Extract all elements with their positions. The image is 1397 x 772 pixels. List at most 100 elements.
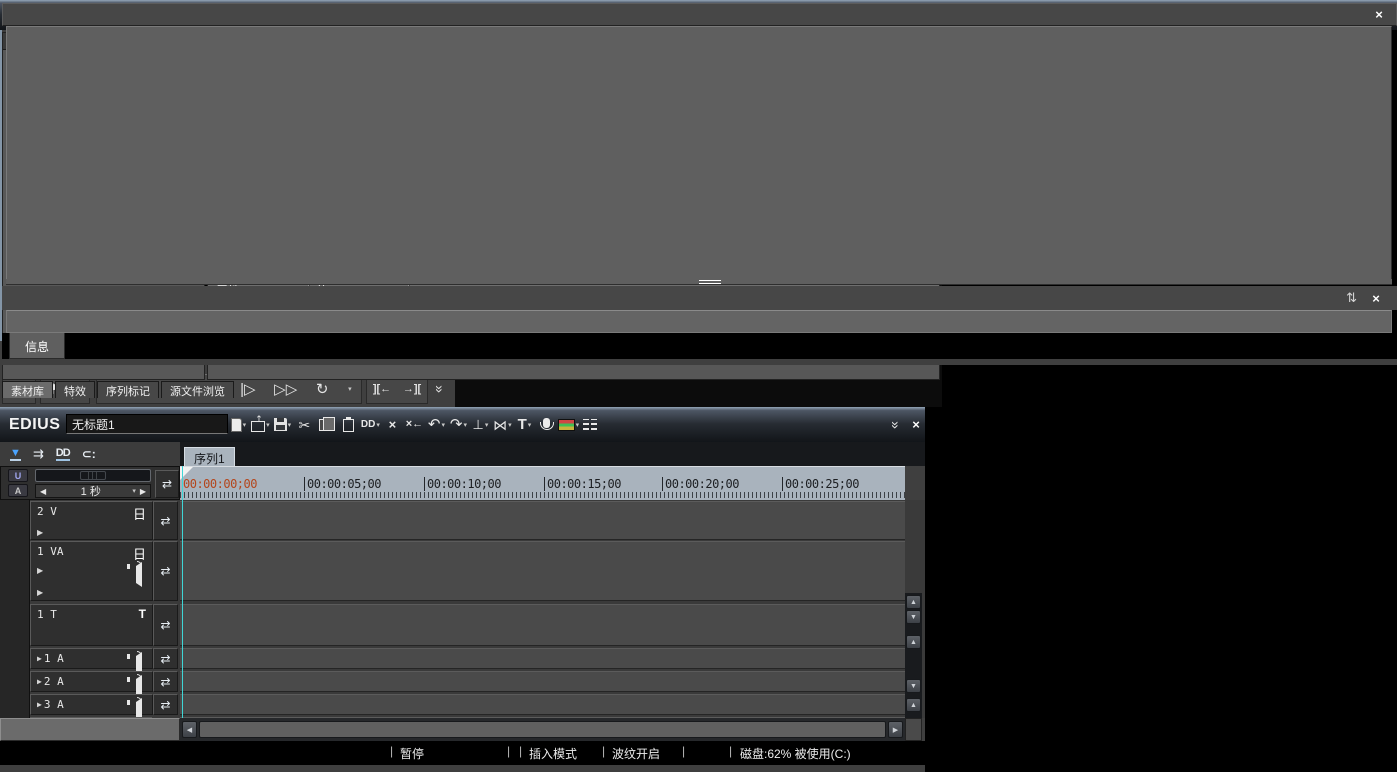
- ruler-label-5s: 00:00:05;00: [304, 477, 381, 491]
- fast-forward-button[interactable]: ▷▷: [274, 380, 297, 398]
- track-header-2a[interactable]: ▶2 A: [30, 671, 153, 692]
- timeline-zoom-selector[interactable]: ◀ 1 秒 ▾ ▶: [35, 484, 151, 498]
- loop-button[interactable]: ↻: [316, 380, 329, 398]
- tab-source-browser[interactable]: 源文件浏览: [161, 381, 234, 398]
- dropdown-icon[interactable]: ▾: [485, 421, 489, 429]
- zoom-increase-icon[interactable]: ▶: [136, 487, 150, 496]
- dropdown-icon[interactable]: ▾: [288, 421, 292, 429]
- voiceover-button[interactable]: [535, 413, 557, 437]
- ripple-delete-button[interactable]: ×←: [403, 413, 425, 437]
- export-button[interactable]: ▾: [557, 413, 579, 437]
- track-lane-1va[interactable]: [180, 541, 905, 601]
- scroll-up-button[interactable]: ▲: [906, 595, 921, 609]
- expand-icon[interactable]: ▶: [37, 677, 42, 686]
- palette-close-button[interactable]: ×: [1370, 7, 1388, 22]
- track-lane-1t[interactable]: [180, 604, 905, 646]
- track-sync-button-2a[interactable]: ⇄: [153, 671, 178, 692]
- track-header-1t[interactable]: 1 T T: [30, 604, 153, 646]
- sequence-tab[interactable]: 序列1: [184, 447, 235, 466]
- palette-sort-button[interactable]: ⇅: [1346, 290, 1357, 306]
- dropdown-icon[interactable]: ▾: [266, 421, 270, 429]
- timeline-close-button[interactable]: ×: [907, 417, 925, 432]
- scroll-right-button[interactable]: ▶: [888, 721, 903, 738]
- speaker-icon[interactable]: [132, 566, 142, 584]
- dropdown-icon[interactable]: ▾: [243, 421, 247, 429]
- open-project-button[interactable]: ▾: [249, 413, 271, 437]
- set-out-point-button[interactable]: →][: [403, 383, 421, 395]
- sequence-name-input[interactable]: [66, 414, 228, 434]
- timeline-shuttle-thumb[interactable]: [80, 471, 106, 480]
- insert-overwrite-mode-button[interactable]: ▼: [10, 447, 21, 461]
- track-lane-2a[interactable]: [180, 671, 905, 692]
- dropdown-icon[interactable]: ▾: [508, 421, 512, 429]
- set-in-point-button[interactable]: ][←: [373, 383, 391, 395]
- zoom-decrease-icon[interactable]: ◀: [36, 487, 50, 496]
- track-lane-2v[interactable]: [180, 501, 905, 540]
- u-button[interactable]: U: [8, 469, 28, 482]
- track-label: 1 VA: [37, 545, 64, 558]
- save-project-button[interactable]: ▾: [271, 413, 293, 437]
- status-ripple-mode[interactable]: 波纹开启: [612, 745, 660, 762]
- track-header-3a[interactable]: ▶3 A: [30, 694, 153, 715]
- title-button[interactable]: T▾: [513, 413, 535, 437]
- cut-button[interactable]: ✂: [293, 413, 315, 437]
- a-button[interactable]: A: [8, 484, 28, 497]
- track-sync-button-1va[interactable]: ⇄: [153, 541, 178, 601]
- paste-button[interactable]: [337, 413, 359, 437]
- scroll-up-button[interactable]: ▲: [906, 635, 921, 649]
- transition-button[interactable]: ⋈▾: [491, 413, 513, 437]
- ripple-mode-button[interactable]: ⇉: [33, 446, 44, 462]
- more-controls-right-button[interactable]: »: [428, 379, 452, 399]
- expand-icon[interactable]: ▶: [37, 588, 43, 597]
- track-sync-button-1a[interactable]: ⇄: [153, 648, 178, 669]
- scroll-up-button[interactable]: ▲: [906, 698, 921, 712]
- timeline-hscroll-row: ◀ ▶: [0, 718, 925, 741]
- mixer-button[interactable]: [579, 413, 601, 437]
- expand-icon[interactable]: ▶: [37, 528, 43, 537]
- expand-icon[interactable]: ▶: [37, 566, 43, 575]
- palette-clear-button[interactable]: ×: [1367, 291, 1385, 306]
- transition-mode-button[interactable]: DD: [56, 447, 70, 461]
- razor-button[interactable]: ⊥▾: [469, 413, 491, 437]
- horizontal-scrollbar[interactable]: ◀ ▶: [180, 718, 905, 741]
- scroll-left-button[interactable]: ◀: [182, 721, 197, 738]
- tab-sequence-markers[interactable]: 序列标记: [97, 381, 159, 398]
- loop-dropdown-icon[interactable]: ▾: [348, 385, 352, 393]
- track-sync-button-2v[interactable]: ⇄: [153, 501, 178, 540]
- timeline-shuttle-slider[interactable]: [35, 469, 151, 482]
- replace-button[interactable]: DD▾: [359, 413, 381, 437]
- track-header-1a[interactable]: ▶1 A: [30, 648, 153, 669]
- dropdown-icon[interactable]: ▾: [463, 421, 467, 429]
- timeline-ruler[interactable]: 00:00:00;00 00:00:05;00 00:00:10;00 00:0…: [180, 466, 905, 500]
- palette-divider[interactable]: [6, 279, 1392, 285]
- horizontal-scrollbar-thumb[interactable]: [199, 721, 886, 738]
- tab-effects[interactable]: 特效: [55, 381, 95, 398]
- redo-button[interactable]: ↷▾: [447, 413, 469, 437]
- dropdown-icon[interactable]: ▾: [528, 421, 532, 429]
- more-tools-button[interactable]: »: [884, 414, 908, 436]
- track-sync-button-3a[interactable]: ⇄: [153, 694, 178, 715]
- tab-asset-library[interactable]: 素材库: [2, 381, 53, 398]
- copy-button[interactable]: [315, 413, 337, 437]
- track-lane-3a[interactable]: [180, 694, 905, 715]
- scroll-down-button[interactable]: ▼: [906, 679, 921, 693]
- undo-button[interactable]: ↶▾: [425, 413, 447, 437]
- new-sequence-button[interactable]: ▾: [227, 413, 249, 437]
- track-sync-button-1t[interactable]: ⇄: [153, 604, 178, 646]
- status-insert-mode[interactable]: 插入模式: [529, 745, 577, 762]
- snap-mode-button[interactable]: ⊂:: [82, 447, 96, 461]
- scroll-down-button[interactable]: ▼: [906, 610, 921, 624]
- track-header-2v[interactable]: 2 V 日 ▶: [30, 501, 153, 540]
- track-lane-1a[interactable]: [180, 648, 905, 669]
- track-header-1va[interactable]: 1 VA 日 ▶ ▶: [30, 541, 153, 601]
- ruler-sync-button[interactable]: ⇄: [155, 470, 179, 498]
- playhead-line[interactable]: [182, 466, 183, 718]
- dropdown-icon[interactable]: ▾: [376, 421, 380, 429]
- next-frame-button[interactable]: |▷: [240, 380, 255, 398]
- dropdown-icon[interactable]: ▾: [441, 421, 445, 429]
- divider-handle-icon[interactable]: [699, 280, 721, 284]
- expand-icon[interactable]: ▶: [37, 654, 42, 663]
- delete-inout-button[interactable]: ×: [381, 413, 403, 437]
- expand-icon[interactable]: ▶: [37, 700, 42, 709]
- tab-info[interactable]: 信息: [9, 333, 65, 359]
